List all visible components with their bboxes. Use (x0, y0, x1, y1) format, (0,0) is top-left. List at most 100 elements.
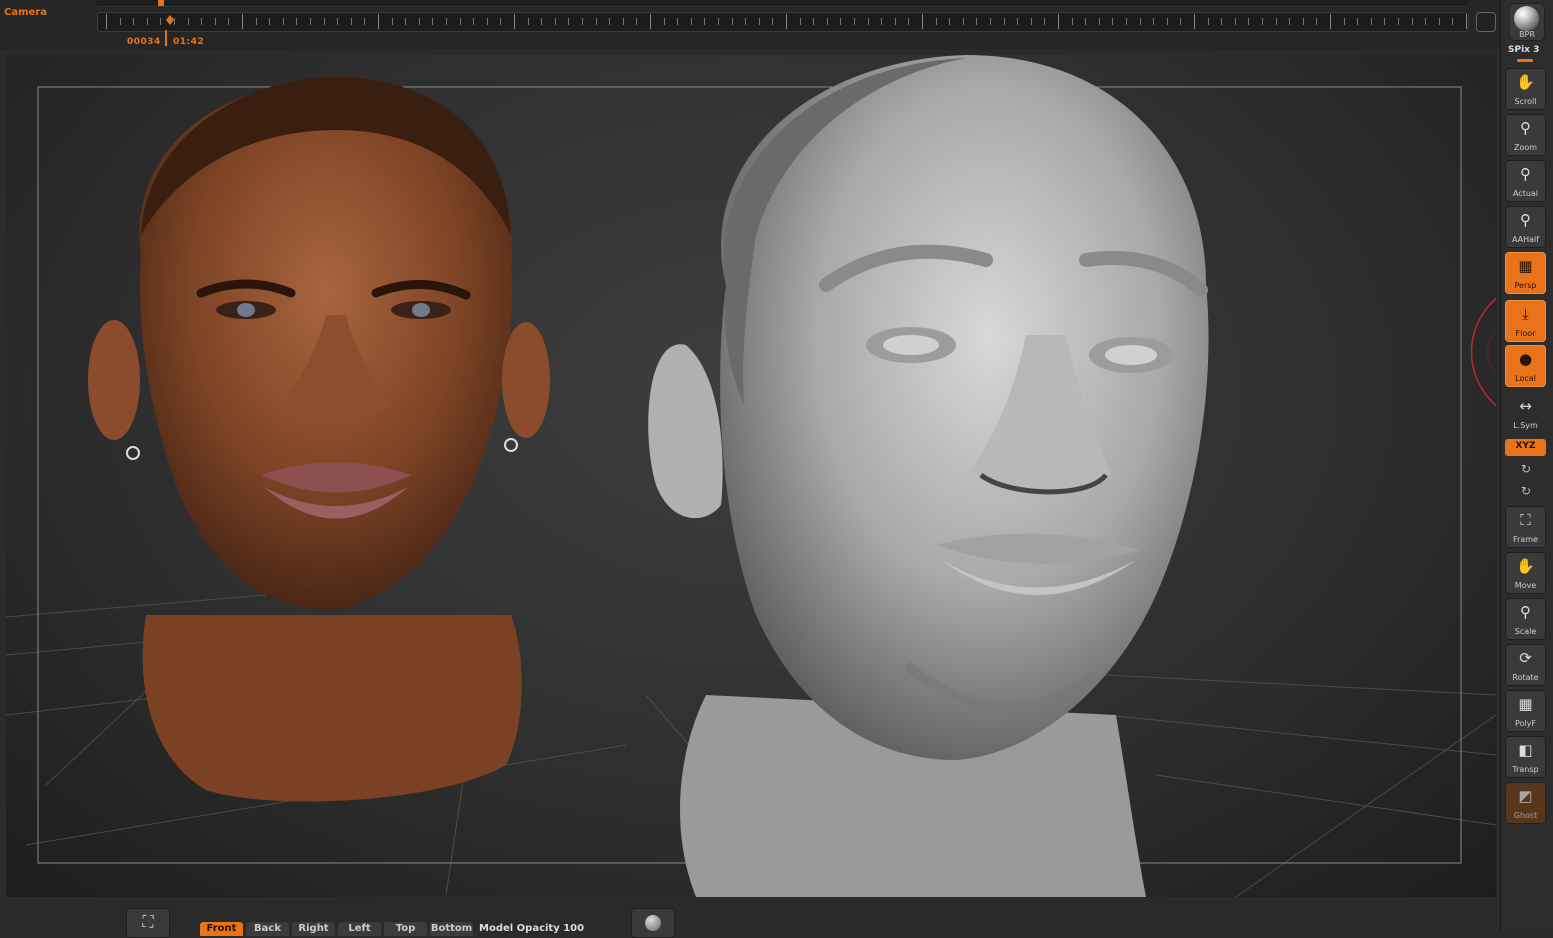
polyframe-button[interactable]: ▦ PolyF (1505, 690, 1546, 732)
timeline-tick (731, 18, 733, 25)
timeline-tick (405, 18, 407, 25)
timeline-tick (187, 18, 189, 25)
timeline-tick (1425, 18, 1427, 25)
timeline-tick (459, 18, 461, 25)
local-symmetry-icon: ↔ (1519, 397, 1532, 415)
timeline-tick (201, 18, 203, 25)
material-button[interactable] (631, 908, 675, 938)
timeline-tick (337, 18, 339, 25)
timeline-tick (500, 18, 502, 25)
model-opacity-slider[interactable]: Model Opacity 100 (479, 923, 584, 934)
timeline-tick (1058, 14, 1059, 29)
scene (6, 55, 1496, 897)
timeline-tick (840, 18, 842, 25)
timeline-tick (1343, 18, 1345, 25)
timeline-track[interactable] (97, 12, 1469, 32)
timeline-tick (310, 18, 311, 25)
timeline-tick (881, 18, 883, 25)
timeline-tick (758, 18, 760, 25)
timeline-tick (826, 18, 828, 25)
z-rotation-icon[interactable]: ↻ (1518, 483, 1534, 499)
timeline-tick (228, 18, 230, 25)
timeline-tick (1166, 18, 1168, 25)
timeline-tick (1044, 18, 1046, 25)
floor-button[interactable]: ⤓ Floor (1505, 300, 1546, 342)
timeline-tick (786, 14, 787, 29)
view-left-button[interactable]: Left (338, 922, 381, 936)
perspective-button[interactable]: ▦ Persp (1505, 252, 1546, 294)
timeline-tick (1085, 18, 1087, 25)
timeline-tick (418, 18, 420, 25)
view-back-button[interactable]: Back (246, 922, 289, 936)
timeline-tick (962, 18, 964, 25)
view-front-button[interactable]: Front (200, 922, 243, 936)
timeline-tick (1030, 18, 1032, 25)
spix-slider[interactable] (1517, 59, 1533, 62)
actual-button[interactable]: ⚲ Actual (1505, 160, 1546, 202)
timeline-tick (432, 18, 434, 25)
view-bottom-button[interactable]: Bottom (430, 922, 473, 936)
transparency-button[interactable]: ◧ Transp (1505, 736, 1546, 778)
timeline-tick (1180, 18, 1182, 25)
timeline-tick (1275, 18, 1277, 25)
timeline-toggle-button[interactable] (1476, 12, 1496, 32)
fit-view-button[interactable]: ⛶ (126, 908, 170, 938)
y-rotation-icon[interactable]: ↻ (1518, 461, 1534, 477)
bpr-sphere-icon (1514, 6, 1539, 31)
scroll-button[interactable]: ✋ Scroll (1505, 68, 1546, 110)
timeline-tick (622, 18, 624, 25)
timeline-tick (990, 18, 991, 25)
spix-slider-label[interactable]: SPix 3 (1508, 45, 1539, 55)
scale-button[interactable]: ⚲ Scale (1505, 598, 1546, 640)
zoom-button[interactable]: ⚲ Zoom (1505, 114, 1546, 156)
canvas-viewport[interactable] (6, 55, 1496, 897)
timeline-bar: Camera 00034 01:42 (0, 0, 1500, 50)
timeline-tick (378, 14, 379, 29)
timeline-tick (1003, 18, 1005, 25)
aahalf-button[interactable]: ⚲ AAHalf (1505, 206, 1546, 248)
floor-icon: ⤓ (1522, 305, 1529, 323)
timeline-tick (1234, 18, 1236, 25)
timeline-tick (582, 18, 583, 25)
timeline-tick (282, 18, 284, 25)
expand-icon: ⛶ (142, 912, 154, 931)
timeline-tick (690, 18, 692, 25)
bpr-render-button[interactable]: BPR (1509, 3, 1545, 41)
actual-icon: ⚲ (1520, 165, 1531, 183)
timeline-tick (1384, 18, 1386, 25)
timeline-tick (1126, 18, 1127, 25)
xyz-label: XYZ (1515, 441, 1536, 451)
polyframe-icon: ▦ (1518, 695, 1533, 713)
timeline-tick (1112, 18, 1114, 25)
view-right-button[interactable]: Right (292, 922, 335, 936)
rotate-button[interactable]: ⟳ Rotate (1505, 644, 1546, 686)
bottom-bar: ⛶ Front Back Right Left Top Bottom Model… (0, 900, 1500, 938)
frame-button[interactable]: ⛶ Frame (1505, 506, 1546, 548)
ghost-button[interactable]: ◩ Ghost (1505, 782, 1546, 824)
timeline-top-marker[interactable] (158, 0, 164, 6)
timeline-tick (1153, 18, 1155, 25)
timeline-tick (146, 18, 148, 25)
view-top-button[interactable]: Top (384, 922, 427, 936)
timeline-tick (1262, 18, 1263, 25)
timeline-tick (1370, 18, 1372, 25)
timeline-tick (745, 18, 747, 25)
timeline-tick (1017, 18, 1019, 25)
timeline-tick (174, 18, 175, 25)
timeline-tick (976, 18, 978, 25)
textured-head-icon (88, 77, 550, 802)
timeline-cursor-line (165, 30, 167, 46)
transparency-icon: ◧ (1518, 741, 1533, 759)
timeline-tick (1466, 14, 1467, 29)
local-symmetry-button[interactable]: ↔ L.Sym (1505, 392, 1546, 434)
timeline-tick (119, 18, 121, 25)
timeline-time: 01:42 (173, 37, 205, 47)
xyz-rotation-button[interactable]: XYZ (1505, 439, 1546, 456)
timeline-tick (364, 18, 366, 25)
local-button[interactable]: ● Local (1505, 345, 1546, 387)
timeline-tick (1098, 18, 1100, 25)
timeline-tick (391, 18, 393, 25)
move-button[interactable]: ✋ Move (1505, 552, 1546, 594)
timeline-tick (935, 18, 937, 25)
timeline-tick (677, 18, 679, 25)
